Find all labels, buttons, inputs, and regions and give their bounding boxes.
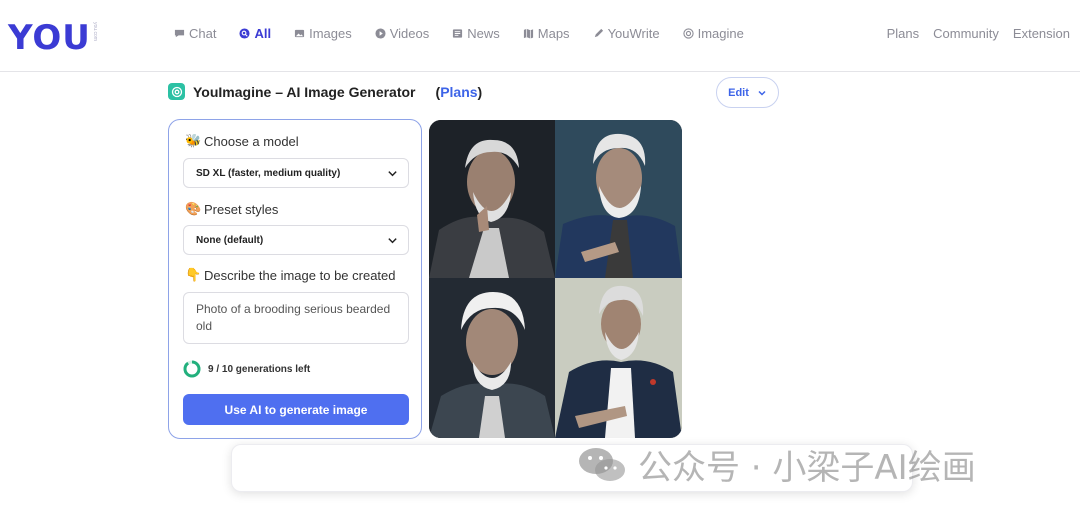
- model-select-value: SD XL (faster, medium quality): [196, 167, 341, 179]
- pointing-hand-icon: 👇: [185, 267, 202, 282]
- edit-button[interactable]: Edit: [716, 77, 779, 108]
- bee-icon: 🐝: [185, 133, 202, 148]
- generate-image-button[interactable]: Use AI to generate image: [183, 394, 409, 425]
- page-title: YouImagine – AI Image Generator: [193, 83, 416, 100]
- plans-link[interactable]: Plans: [887, 26, 920, 41]
- tab-chat[interactable]: Chat: [174, 26, 216, 41]
- plans-link-wrapper: (Plans): [436, 84, 483, 100]
- pen-icon: [594, 28, 603, 38]
- generated-image-3[interactable]: [429, 278, 555, 438]
- youimagine-app-icon: [168, 83, 185, 100]
- tab-news[interactable]: News: [452, 26, 500, 41]
- images-icon: [295, 29, 305, 38]
- community-link[interactable]: Community: [933, 26, 999, 41]
- logo-subtext: you.com: [92, 22, 98, 41]
- palette-icon: 🎨: [185, 201, 202, 216]
- preset-style-select[interactable]: None (default): [183, 225, 409, 255]
- edit-label: Edit: [728, 86, 749, 99]
- tab-imagine[interactable]: Imagine: [682, 26, 744, 41]
- tab-label: YouWrite: [607, 26, 660, 41]
- watermark: 公众号 · 小梁子AI绘画: [576, 440, 976, 489]
- tab-images[interactable]: Images: [294, 26, 352, 41]
- you-logo[interactable]: YOU: [8, 18, 91, 58]
- tab-youwrite[interactable]: YouWrite: [593, 26, 660, 41]
- tab-label: Imagine: [697, 26, 744, 41]
- tab-all[interactable]: All: [239, 26, 271, 41]
- tab-maps[interactable]: Maps: [523, 26, 570, 41]
- wechat-icon: [579, 447, 625, 481]
- generated-image-4[interactable]: [555, 278, 682, 438]
- generator-settings-panel: 🐝 Choose a model SD XL (faster, medium q…: [168, 119, 422, 439]
- generated-images-grid: [429, 120, 682, 438]
- chevron-down-icon: [388, 170, 397, 176]
- plans-link-inline[interactable]: Plans: [440, 84, 477, 100]
- generations-counter: 9 / 10 generations left: [183, 360, 310, 378]
- tab-label: Images: [309, 26, 352, 41]
- describe-label: Describe the image to be created: [204, 267, 396, 283]
- progress-ring-icon: [183, 360, 201, 378]
- prompt-textarea[interactable]: Photo of a brooding serious bearded old: [183, 292, 409, 344]
- tab-label: Maps: [537, 26, 570, 41]
- generations-left-text: 9 / 10 generations left: [208, 363, 311, 375]
- chevron-down-icon: [388, 237, 397, 243]
- tab-label: All: [254, 26, 272, 41]
- model-select[interactable]: SD XL (faster, medium quality): [183, 158, 409, 188]
- header-right-links: Plans Community Extension: [887, 26, 1070, 41]
- generated-image-2[interactable]: [555, 120, 682, 278]
- search-category-tabs: Chat All Images Videos News Maps YouWrit…: [174, 26, 767, 41]
- style-select-value: None (default): [196, 234, 264, 246]
- extension-link[interactable]: Extension: [1013, 26, 1070, 41]
- style-label-row: 🎨 Preset styles: [185, 201, 278, 217]
- model-label-row: 🐝 Choose a model: [185, 133, 299, 149]
- app-title-row: YouImagine – AI Image Generator (Plans): [168, 83, 482, 100]
- generated-image-1[interactable]: [429, 120, 555, 278]
- imagine-icon: [682, 28, 694, 39]
- model-label: Choose a model: [204, 133, 299, 149]
- play-icon: [375, 28, 386, 39]
- chat-icon: [174, 29, 185, 38]
- search-icon: [239, 28, 251, 39]
- style-label: Preset styles: [204, 201, 279, 217]
- tab-label: Chat: [189, 26, 217, 41]
- tab-videos[interactable]: Videos: [375, 26, 430, 41]
- watermark-text: 公众号 · 小梁子AI绘画: [638, 448, 976, 488]
- map-icon: [523, 28, 533, 39]
- tab-label: News: [467, 26, 500, 41]
- tab-label: Videos: [389, 26, 430, 41]
- chevron-down-icon: [758, 90, 766, 96]
- describe-label-row: 👇 Describe the image to be created: [185, 267, 396, 283]
- news-icon: [453, 29, 463, 38]
- top-navigation-bar: YOU you.com Chat All Images Videos News …: [0, 0, 1080, 72]
- plans-close-paren: ): [477, 83, 483, 100]
